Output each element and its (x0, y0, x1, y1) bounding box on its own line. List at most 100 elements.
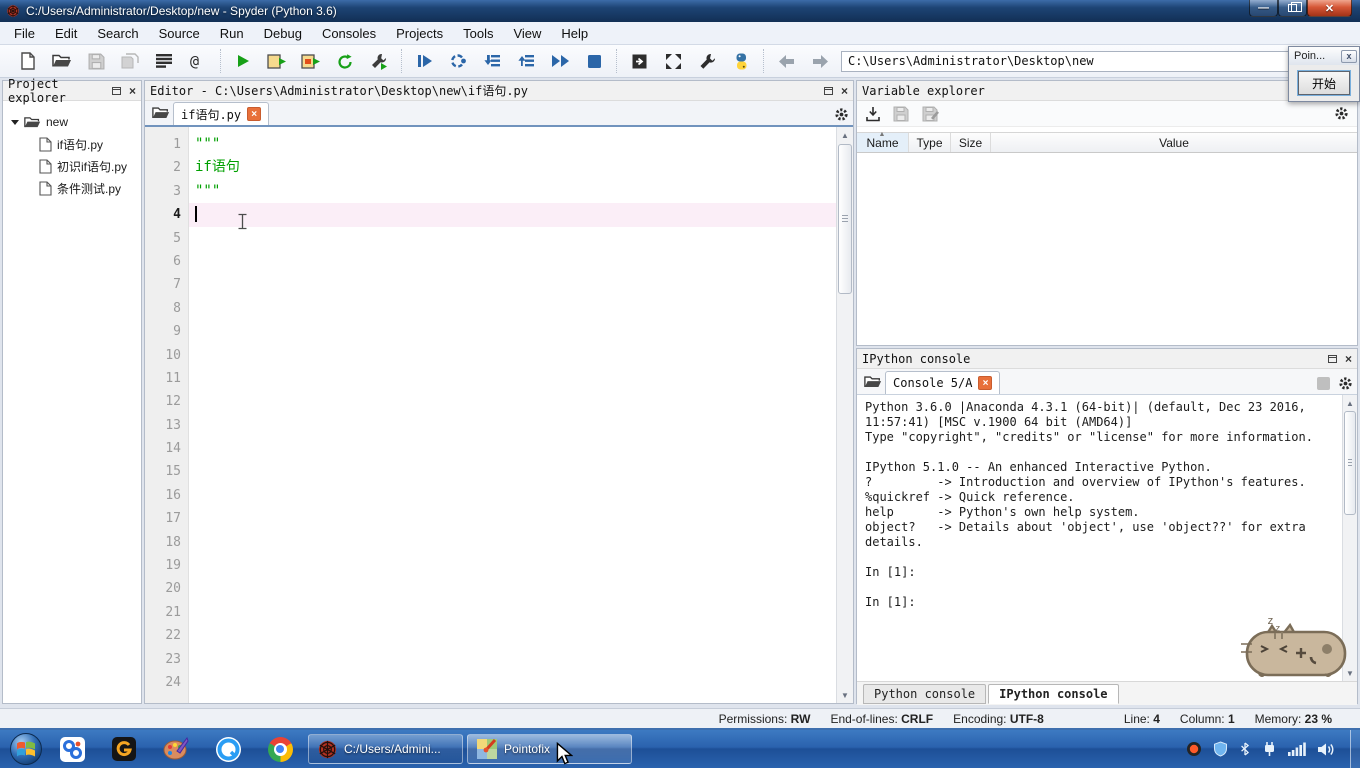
menu-view[interactable]: View (503, 23, 551, 44)
expander-icon[interactable] (11, 119, 19, 125)
menu-debug[interactable]: Debug (254, 23, 312, 44)
tab-python-console[interactable]: Python console (863, 684, 987, 704)
scroll-up-icon[interactable]: ▲ (837, 127, 853, 143)
file-switcher-icon[interactable] (151, 48, 177, 74)
network-signal-icon[interactable] (1288, 742, 1306, 756)
scrollbar-thumb[interactable] (838, 144, 852, 294)
code-line-16[interactable] (189, 484, 836, 507)
restore-button[interactable] (1278, 0, 1307, 17)
project-root-folder[interactable]: new (9, 111, 141, 133)
run-config-icon[interactable] (366, 48, 392, 74)
code-area[interactable]: """ if语句 """ (189, 127, 836, 703)
project-file-item[interactable]: if语句.py (9, 133, 141, 155)
fullscreen-icon[interactable] (660, 48, 686, 74)
code-line-11[interactable] (189, 367, 836, 390)
pointofix-close-icon[interactable]: x (1341, 49, 1357, 63)
continue-icon[interactable] (547, 48, 573, 74)
code-line-13[interactable] (189, 414, 836, 437)
code-line-9[interactable] (189, 320, 836, 343)
code-line-8[interactable] (189, 297, 836, 320)
options-gear-icon[interactable] (834, 107, 849, 122)
power-plug-icon[interactable] (1262, 741, 1277, 757)
working-directory-combobox[interactable] (841, 50, 1341, 72)
column-header-value[interactable]: Value (991, 133, 1357, 152)
options-gear-icon[interactable] (1334, 106, 1349, 121)
menu-search[interactable]: Search (87, 23, 148, 44)
working-directory-input[interactable] (848, 54, 1324, 68)
editor-tab[interactable]: if语句.py × (173, 102, 270, 125)
taskbar-task-pointofix[interactable]: Pointofix (467, 734, 632, 764)
show-desktop-button[interactable] (1350, 730, 1360, 768)
project-file-item[interactable]: 条件测试.py (9, 177, 141, 199)
record-icon[interactable] (1186, 741, 1202, 757)
import-data-icon[interactable] (865, 106, 881, 122)
project-file-item[interactable]: 初识if语句.py (9, 155, 141, 177)
undock-icon[interactable] (111, 86, 121, 95)
code-line-1[interactable]: """ (189, 133, 836, 156)
undock-icon[interactable] (823, 86, 833, 95)
code-line-18[interactable] (189, 531, 836, 554)
chrome-icon[interactable] (254, 730, 306, 768)
code-line-24[interactable] (189, 671, 836, 694)
remote-app-icon[interactable] (46, 730, 98, 768)
undock-icon[interactable] (1327, 354, 1337, 363)
q-browser-icon[interactable] (202, 730, 254, 768)
browse-tabs-icon[interactable] (149, 102, 173, 124)
menu-help[interactable]: Help (551, 23, 598, 44)
scroll-up-icon[interactable]: ▲ (1343, 395, 1357, 411)
code-line-5[interactable] (189, 227, 836, 250)
code-line-17[interactable] (189, 507, 836, 530)
menu-tools[interactable]: Tools (453, 23, 503, 44)
step-into-icon[interactable] (479, 48, 505, 74)
code-line-14[interactable] (189, 437, 836, 460)
code-line-15[interactable] (189, 460, 836, 483)
code-line-19[interactable] (189, 554, 836, 577)
close-button[interactable]: ✕ (1307, 0, 1352, 17)
debug-icon[interactable] (411, 48, 437, 74)
bluetooth-icon[interactable] (1239, 741, 1251, 757)
scroll-down-icon[interactable]: ▼ (837, 687, 853, 703)
menu-consoles[interactable]: Consoles (312, 23, 386, 44)
code-line-20[interactable] (189, 577, 836, 600)
paint-app-icon[interactable] (150, 730, 202, 768)
pointofix-start-button[interactable]: 开始 (1297, 70, 1351, 96)
menu-source[interactable]: Source (149, 23, 210, 44)
menu-edit[interactable]: Edit (45, 23, 87, 44)
run-cell-icon[interactable] (264, 48, 290, 74)
symbol-finder-icon[interactable]: @ (185, 48, 211, 74)
close-pane-icon[interactable]: × (129, 85, 136, 97)
stop-icon[interactable] (581, 48, 607, 74)
code-line-6[interactable] (189, 250, 836, 273)
close-pane-icon[interactable]: × (841, 85, 848, 97)
browse-tabs-icon[interactable] (861, 371, 885, 393)
step-over-icon[interactable] (445, 48, 471, 74)
menu-run[interactable]: Run (210, 23, 254, 44)
taskbar-task-spyder[interactable]: C:/Users/Admini... (308, 734, 463, 764)
column-header-name[interactable]: ▲ Name (857, 131, 909, 152)
menu-file[interactable]: File (4, 23, 45, 44)
column-header-type[interactable]: Type (909, 133, 951, 152)
code-line-23[interactable] (189, 648, 836, 671)
preferences-icon[interactable] (694, 48, 720, 74)
step-out-icon[interactable] (513, 48, 539, 74)
pointofix-title-bar[interactable]: Poin... x (1289, 47, 1359, 65)
minimize-button[interactable]: — (1249, 0, 1278, 17)
code-line-21[interactable] (189, 601, 836, 624)
back-icon[interactable] (773, 48, 799, 74)
menu-projects[interactable]: Projects (386, 23, 453, 44)
forward-icon[interactable] (807, 48, 833, 74)
rerun-icon[interactable] (332, 48, 358, 74)
options-gear-icon[interactable] (1338, 376, 1353, 391)
code-line-10[interactable] (189, 344, 836, 367)
close-pane-icon[interactable]: × (1345, 353, 1352, 365)
maximize-pane-icon[interactable] (626, 48, 652, 74)
column-header-size[interactable]: Size (951, 133, 991, 152)
open-file-icon[interactable] (49, 48, 75, 74)
tab-ipython-console[interactable]: IPython console (988, 684, 1119, 704)
g-app-icon[interactable] (98, 730, 150, 768)
console-tab[interactable]: Console 5/A × (885, 371, 1001, 394)
tab-close-icon[interactable]: × (247, 107, 262, 121)
code-line-7[interactable] (189, 273, 836, 296)
start-button[interactable] (6, 730, 46, 768)
scrollbar-thumb[interactable] (1344, 411, 1356, 515)
